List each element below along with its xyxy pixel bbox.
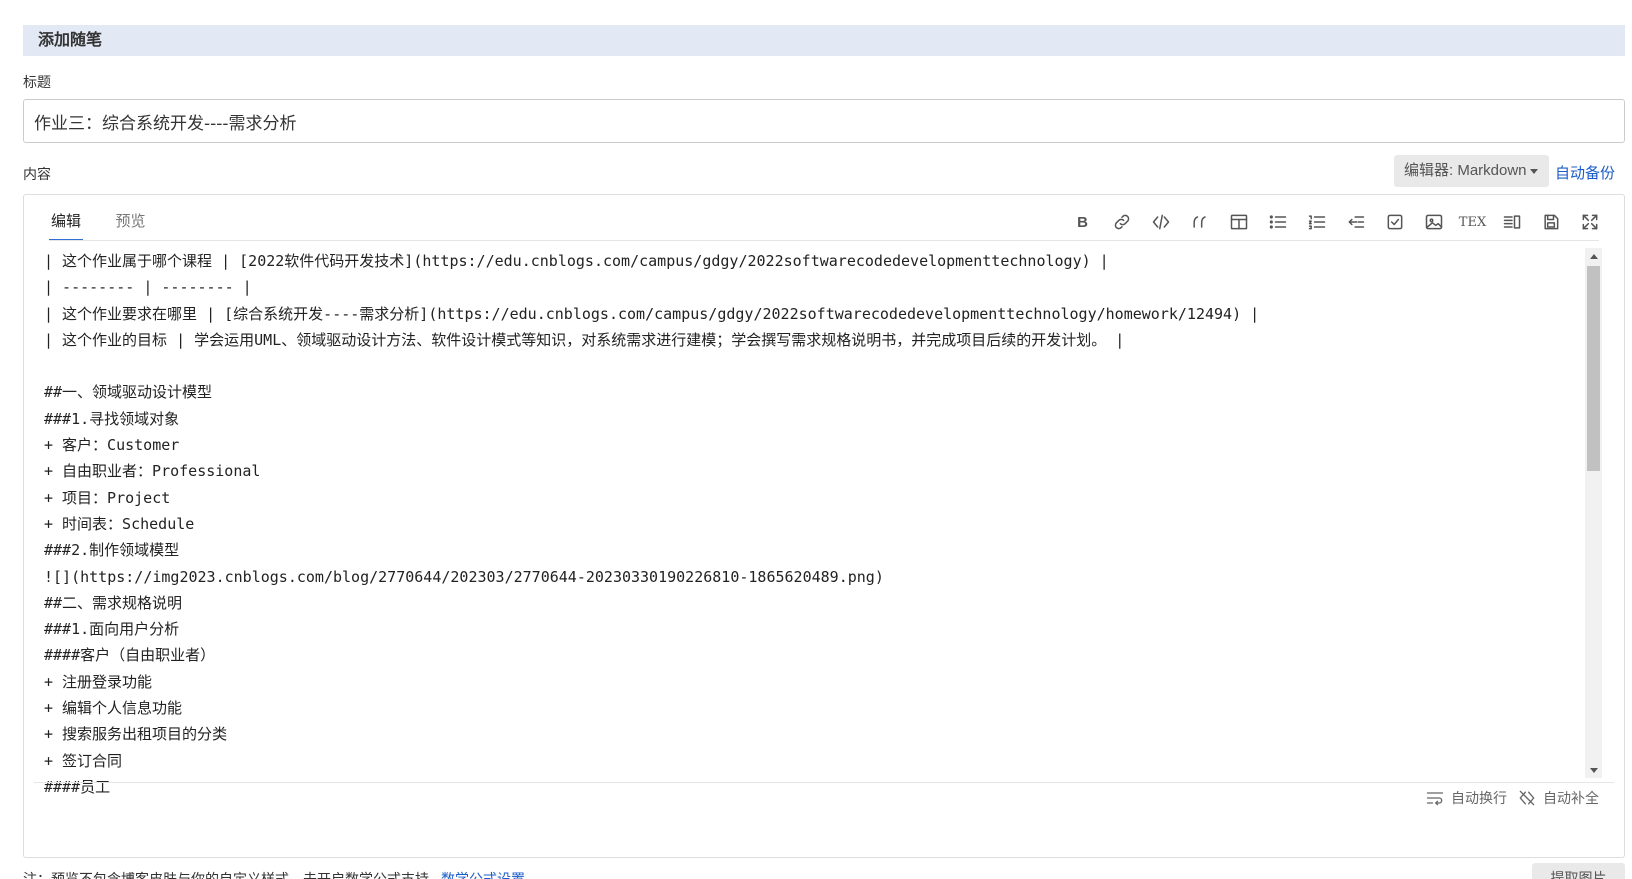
- content-line: ![](https://img2023.cnblogs.com/blog/277…: [44, 567, 884, 586]
- auto-complete-toggle[interactable]: 自动补全: [1517, 788, 1599, 808]
- checkbox-button[interactable]: [1375, 207, 1414, 237]
- content-line: + 注册登录功能: [44, 672, 153, 691]
- vertical-scrollbar[interactable]: [1585, 248, 1602, 778]
- fullscreen-icon: [1582, 214, 1597, 230]
- link-icon: [1114, 214, 1129, 230]
- math-settings-link[interactable]: 数学公式设置: [441, 871, 525, 879]
- editor-tabs: 编辑 预览: [49, 210, 173, 241]
- caret-down-icon: [1529, 168, 1538, 174]
- section-header: 添加随笔: [23, 25, 1625, 56]
- content-line: + 项目：Project: [44, 488, 171, 507]
- outdent-button[interactable]: [1336, 207, 1375, 237]
- content-line: + 搜索服务出租项目的分类: [44, 725, 228, 744]
- auto-complete-label: 自动补全: [1543, 790, 1599, 806]
- content-line: | 这个作业要求在哪里 | [综合系统开发----需求分析](https://e…: [44, 304, 1260, 323]
- content-line: ###1.寻找领域对象: [44, 409, 180, 428]
- title-input[interactable]: [23, 99, 1625, 143]
- content-line: | -------- | -------- |: [44, 278, 252, 297]
- content-line: + 时间表：Schedule: [44, 514, 195, 533]
- editor-toolbar: B TEX: [1063, 207, 1609, 237]
- tex-button[interactable]: TEX: [1453, 207, 1492, 237]
- tex-icon: TEX: [1458, 214, 1487, 230]
- autosave-link[interactable]: 自动备份: [1555, 162, 1615, 183]
- content-line: ####员工: [44, 777, 111, 796]
- ordered-list-icon: [1308, 215, 1325, 230]
- content-line: + 签订合同: [44, 751, 123, 770]
- content-line: ###2.制作领域模型: [44, 541, 180, 560]
- checkbox-icon: [1387, 214, 1402, 230]
- auto-complete-off-icon: [1519, 790, 1535, 806]
- editor-type-label: 编辑器: Markdown: [1404, 162, 1527, 179]
- preview-note-text: 注：预览不包含博客皮肤与你的自定义样式，未开启数学公式支持: [23, 871, 429, 879]
- editor-type-dropdown[interactable]: 编辑器: Markdown: [1394, 155, 1549, 187]
- content-textarea[interactable]: | 这个作业属于哪个课程 | [2022软件代码开发技术](https://ed…: [34, 248, 1594, 798]
- content-line: ##二、需求规格说明: [44, 593, 183, 612]
- outdent-icon: [1348, 216, 1364, 228]
- footer-divider: [34, 782, 1614, 783]
- tab-edit[interactable]: 编辑: [49, 210, 84, 241]
- content-line: | 这个作业的目标 | 学会运用UML、领域驱动设计方法、软件设计模式等知识，对…: [44, 330, 1125, 349]
- save-button[interactable]: [1531, 207, 1570, 237]
- wrap-icon: [1426, 792, 1444, 806]
- code-button[interactable]: [1141, 207, 1180, 237]
- image-icon: [1425, 214, 1442, 230]
- markdown-editor: 编辑 预览 B TEX | 这个作业属于哪个课程 | [2022软件代码开发技术…: [23, 194, 1625, 858]
- scroll-up-arrow-icon[interactable]: [1585, 248, 1602, 264]
- content-label: 内容: [23, 166, 51, 182]
- quote-button[interactable]: [1180, 207, 1219, 237]
- table-icon: [1230, 214, 1247, 230]
- auto-wrap-toggle[interactable]: 自动换行: [1425, 788, 1507, 808]
- image-button[interactable]: [1414, 207, 1453, 237]
- fetch-images-button[interactable]: 提取图片: [1532, 863, 1625, 879]
- split-view-button[interactable]: [1492, 207, 1531, 237]
- quote-icon: [1192, 216, 1206, 228]
- auto-wrap-label: 自动换行: [1451, 790, 1507, 806]
- scroll-down-arrow-icon[interactable]: [1585, 762, 1602, 778]
- split-view-icon: [1503, 215, 1520, 229]
- fullscreen-button[interactable]: [1570, 207, 1609, 237]
- content-line: ###1.面向用户分析: [44, 620, 180, 639]
- save-icon: [1543, 214, 1558, 230]
- content-line: ##一、领域驱动设计模型: [44, 383, 213, 402]
- code-icon: [1152, 214, 1169, 230]
- link-button[interactable]: [1102, 207, 1141, 237]
- preview-note: 注：预览不包含博客皮肤与你的自定义样式，未开启数学公式支持 数学公式设置: [23, 869, 525, 879]
- content-line: ####客户（自由职业者）: [44, 646, 216, 665]
- bold-icon: B: [1077, 213, 1088, 231]
- ordered-list-button[interactable]: [1297, 207, 1336, 237]
- content-line: [44, 353, 1594, 379]
- bold-button[interactable]: B: [1063, 207, 1102, 237]
- content-line: + 自由职业者：Professional: [44, 462, 261, 481]
- content-line: | 这个作业属于哪个课程 | [2022软件代码开发技术](https://ed…: [44, 252, 1109, 270]
- unordered-list-button[interactable]: [1258, 207, 1297, 237]
- content-line: + 客户：Customer: [44, 436, 180, 455]
- content-line: + 编辑个人信息功能: [44, 699, 183, 718]
- editor-footer: 自动换行 自动补全: [1425, 788, 1599, 808]
- table-button[interactable]: [1219, 207, 1258, 237]
- unordered-list-icon: [1269, 215, 1286, 229]
- tab-divider: [49, 240, 1599, 241]
- scrollbar-thumb[interactable]: [1587, 266, 1600, 471]
- tab-preview[interactable]: 预览: [115, 210, 145, 239]
- title-label: 标题: [23, 74, 51, 90]
